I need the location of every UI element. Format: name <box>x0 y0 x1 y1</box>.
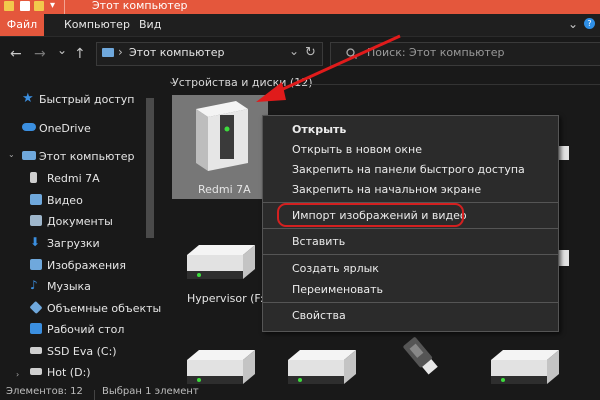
menu-item-properties[interactable]: Свойства <box>292 309 346 322</box>
sidebar-scrollbar[interactable] <box>146 98 154 238</box>
sidebar-item-label: OneDrive <box>39 122 91 135</box>
up-button[interactable]: ↑ <box>74 46 86 62</box>
breadcrumb-separator: › <box>118 45 123 59</box>
new-folder-icon[interactable] <box>34 1 44 11</box>
status-selected: Выбран 1 элемент <box>102 386 199 397</box>
desktop-folder-icon <box>30 323 42 334</box>
status-item-count: Элементов: 12 <box>6 386 83 397</box>
menu-item-paste[interactable]: Вставить <box>292 235 345 248</box>
drive-icon <box>30 347 42 354</box>
menu-item-pin-quick-access[interactable]: Закрепить на панели быстрого доступа <box>292 163 525 176</box>
title-bar: ▾ Этот компьютер <box>0 0 600 14</box>
drive-icon[interactable] <box>181 245 259 281</box>
usb-drive-icon[interactable] <box>400 334 446 380</box>
drive-icon <box>30 368 42 375</box>
menu-item-open[interactable]: Открыть <box>292 123 346 136</box>
drive-icon[interactable] <box>485 350 563 386</box>
folder-icon <box>4 1 14 11</box>
documents-folder-icon <box>30 215 42 226</box>
device-tile-selected[interactable]: Redmi 7A <box>172 95 268 199</box>
cloud-icon <box>22 123 36 131</box>
device-icon <box>196 101 248 171</box>
computer-icon <box>102 48 114 57</box>
status-bar: Элементов: 12 Выбран 1 элемент <box>0 386 600 400</box>
music-folder-icon: ♪ <box>30 278 38 292</box>
sidebar-item-label: Документы <box>47 215 113 228</box>
menu-item-pin-start[interactable]: Закрепить на начальном экране <box>292 183 481 196</box>
video-folder-icon <box>30 194 42 205</box>
menu-separator <box>263 228 558 229</box>
sidebar-item-label: Этот компьютер <box>39 150 135 163</box>
device-label: Redmi 7A <box>198 183 251 196</box>
menu-separator <box>263 254 558 255</box>
sidebar-item-label: Объемные объекты <box>47 302 162 315</box>
sidebar-item-label: Изображения <box>47 259 126 272</box>
help-icon[interactable]: ? <box>584 18 595 29</box>
ribbon-collapse-icon[interactable]: ⌄ <box>568 17 578 31</box>
star-icon: ★ <box>22 91 34 106</box>
highlight-ring <box>277 203 464 227</box>
drive-icon[interactable] <box>282 350 360 386</box>
tab-view[interactable]: Вид <box>131 14 169 36</box>
sidebar-item-label: SSD Eva (C:) <box>47 345 117 358</box>
tab-file[interactable]: Файл <box>0 14 44 36</box>
status-separator <box>94 390 95 400</box>
properties-icon[interactable] <box>20 1 30 11</box>
sidebar-item-label: Hot (D:) <box>47 366 91 379</box>
downloads-folder-icon: ⬇ <box>30 235 41 249</box>
expand-chevron-icon[interactable]: ⌄ <box>8 150 15 159</box>
sidebar-item-label: Redmi 7A <box>47 172 100 185</box>
window-title: Этот компьютер <box>92 0 188 12</box>
navigation-pane <box>0 72 158 390</box>
computer-icon <box>22 151 36 160</box>
drive-icon[interactable] <box>181 350 259 386</box>
sidebar-item-label: Видео <box>47 194 83 207</box>
sidebar-item-label: Быстрый доступ <box>39 93 135 106</box>
pictures-folder-icon <box>30 259 42 270</box>
recent-locations-button[interactable]: ⌄ <box>57 43 67 57</box>
pointer-arrow-icon <box>256 34 401 102</box>
sidebar-item-label: Рабочий стол <box>47 323 125 336</box>
menu-item-open-new-window[interactable]: Открыть в новом окне <box>292 143 422 156</box>
tab-computer[interactable]: Компьютер <box>56 14 138 36</box>
menu-item-rename[interactable]: Переименовать <box>292 283 383 296</box>
forward-button[interactable]: → <box>34 46 46 62</box>
menu-separator <box>263 302 558 303</box>
menu-item-create-shortcut[interactable]: Создать ярлык <box>292 262 379 275</box>
sidebar-item-label: Загрузки <box>47 237 100 250</box>
sidebar-item-label: Музыка <box>47 280 91 293</box>
expand-chevron-icon[interactable]: › <box>16 370 19 379</box>
title-separator <box>64 0 65 14</box>
phone-icon <box>30 172 37 183</box>
quick-access-toolbar-menu-icon[interactable]: ▾ <box>50 0 55 11</box>
back-button[interactable]: ← <box>10 46 22 62</box>
address-text[interactable]: Этот компьютер <box>129 46 225 59</box>
drive-label: Hypervisor (F:) <box>187 292 268 305</box>
